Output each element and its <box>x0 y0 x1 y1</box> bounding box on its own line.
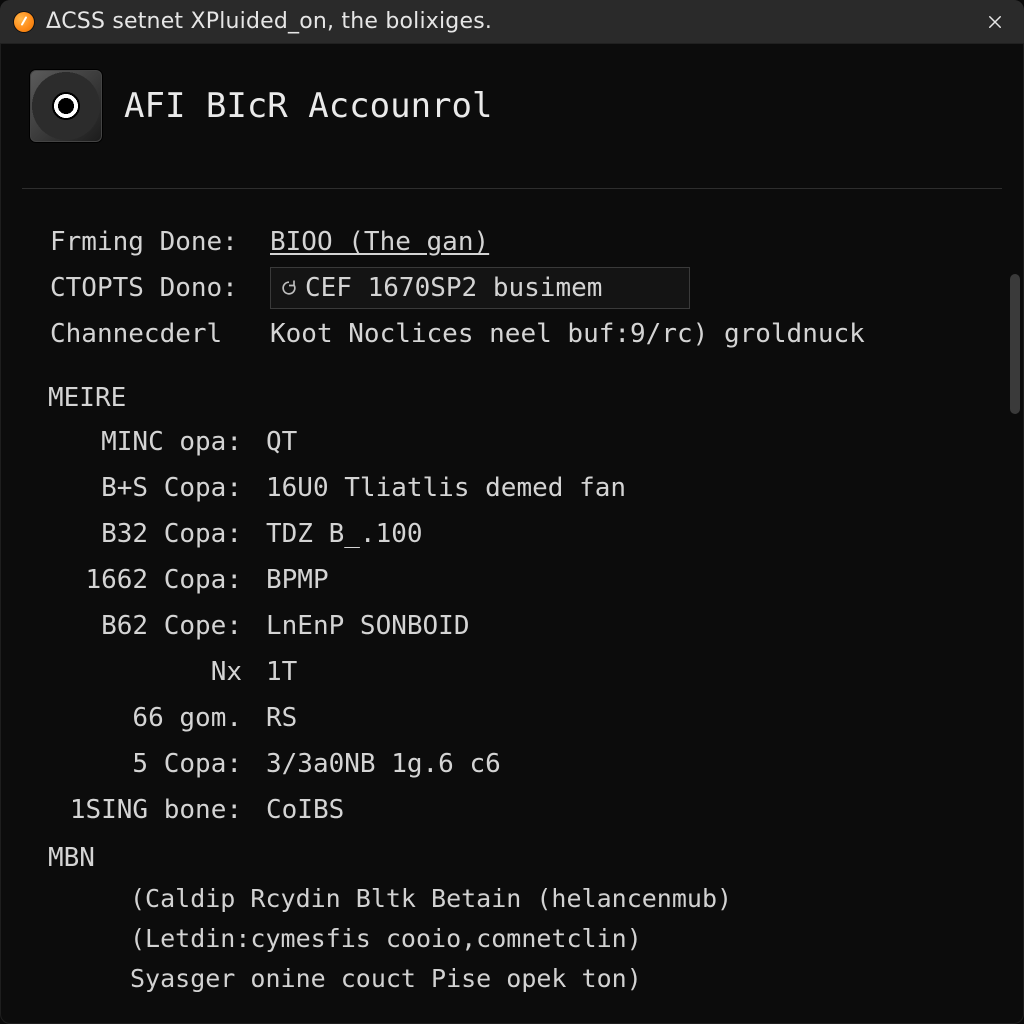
app-badge-icon <box>14 12 34 32</box>
list-item: Nx1T <box>30 649 994 695</box>
item-value: 16U0 Tliatlis demed fan <box>266 465 626 511</box>
meire-list: MINC opa:QT B+S Copa:16U0 Tliatlis demed… <box>30 419 994 833</box>
field-label: Frming Done: <box>50 219 270 265</box>
item-label: Nx <box>56 649 266 695</box>
refresh-icon[interactable] <box>279 278 299 298</box>
item-label: B+S Copa: <box>56 465 266 511</box>
mbn-line: Syasger onine couct Pise opek ton) <box>130 959 994 999</box>
item-value: 3/3a0NB 1g.6 c6 <box>266 741 501 787</box>
list-item: 66 gom.RS <box>30 695 994 741</box>
list-item: B62 Cope:LnEnP SONBOID <box>30 603 994 649</box>
ctopts-text-input[interactable] <box>305 265 665 311</box>
item-label: 5 Copa: <box>56 741 266 787</box>
list-item: B+S Copa:16U0 Tliatlis demed fan <box>30 465 994 511</box>
list-item: 1662 Copa:BPMP <box>30 557 994 603</box>
field-value-link[interactable]: BIOO (The gan) <box>270 219 489 265</box>
app-window: ΔCSS setnet XPluided_on, the bolixiges. … <box>0 0 1024 1024</box>
item-value: CoIBS <box>266 787 344 833</box>
list-item: 5 Copa:3/3a0NB 1g.6 c6 <box>30 741 994 787</box>
field-value: Koot Noclices neel buf:9/rc) groldnuck <box>270 311 865 357</box>
mbn-line: (Letdin:cymesfis cooio,comnetclin) <box>130 919 994 959</box>
item-value: TDZ B_.100 <box>266 511 423 557</box>
ctopts-input[interactable] <box>270 267 690 309</box>
item-label: 66 gom. <box>56 695 266 741</box>
item-value: BPMP <box>266 557 329 603</box>
item-value: RS <box>266 695 297 741</box>
titlebar: ΔCSS setnet XPluided_on, the bolixiges. <box>0 0 1024 44</box>
window-body: AFI BIcR Accounrol Frming Done: BIOO (Th… <box>0 44 1024 1024</box>
item-label: B62 Cope: <box>56 603 266 649</box>
mbn-lines: (Caldip Rcydin Bltk Betain (helancenmub)… <box>30 879 994 999</box>
section-heading-meire: MEIRE <box>48 383 994 413</box>
field-ctopts: CTOPTS Dono: <box>50 265 994 311</box>
close-button[interactable] <box>980 7 1010 37</box>
page-title: AFI BIcR Accounrol <box>124 86 492 126</box>
mbn-line: (Caldip Rcydin Bltk Betain (helancenmub) <box>130 879 994 919</box>
divider <box>22 188 1002 189</box>
field-label: Channecderl <box>50 311 270 357</box>
list-item: 1SING bone:CoIBS <box>30 787 994 833</box>
window-title: ΔCSS setnet XPluided_on, the bolixiges. <box>46 9 492 34</box>
item-value: LnEnP SONBOID <box>266 603 470 649</box>
item-label: 1662 Copa: <box>56 557 266 603</box>
list-item: B32 Copa:TDZ B_.100 <box>30 511 994 557</box>
scrollbar-thumb[interactable] <box>1010 274 1020 414</box>
disc-icon <box>30 70 102 142</box>
item-label: B32 Copa: <box>56 511 266 557</box>
item-label: MINC opa: <box>56 419 266 465</box>
field-label: CTOPTS Dono: <box>50 265 270 311</box>
page-header: AFI BIcR Accounrol <box>30 70 994 164</box>
field-frming: Frming Done: BIOO (The gan) <box>50 219 994 265</box>
top-fields: Frming Done: BIOO (The gan) CTOPTS Dono:… <box>30 219 994 357</box>
close-icon <box>986 13 1004 31</box>
section-heading-mbn: MBN <box>48 843 994 873</box>
field-chann: Channecderl Koot Noclices neel buf:9/rc)… <box>50 311 994 357</box>
item-label: 1SING bone: <box>56 787 266 833</box>
item-value: QT <box>266 419 297 465</box>
item-value: 1T <box>266 649 297 695</box>
list-item: MINC opa:QT <box>30 419 994 465</box>
